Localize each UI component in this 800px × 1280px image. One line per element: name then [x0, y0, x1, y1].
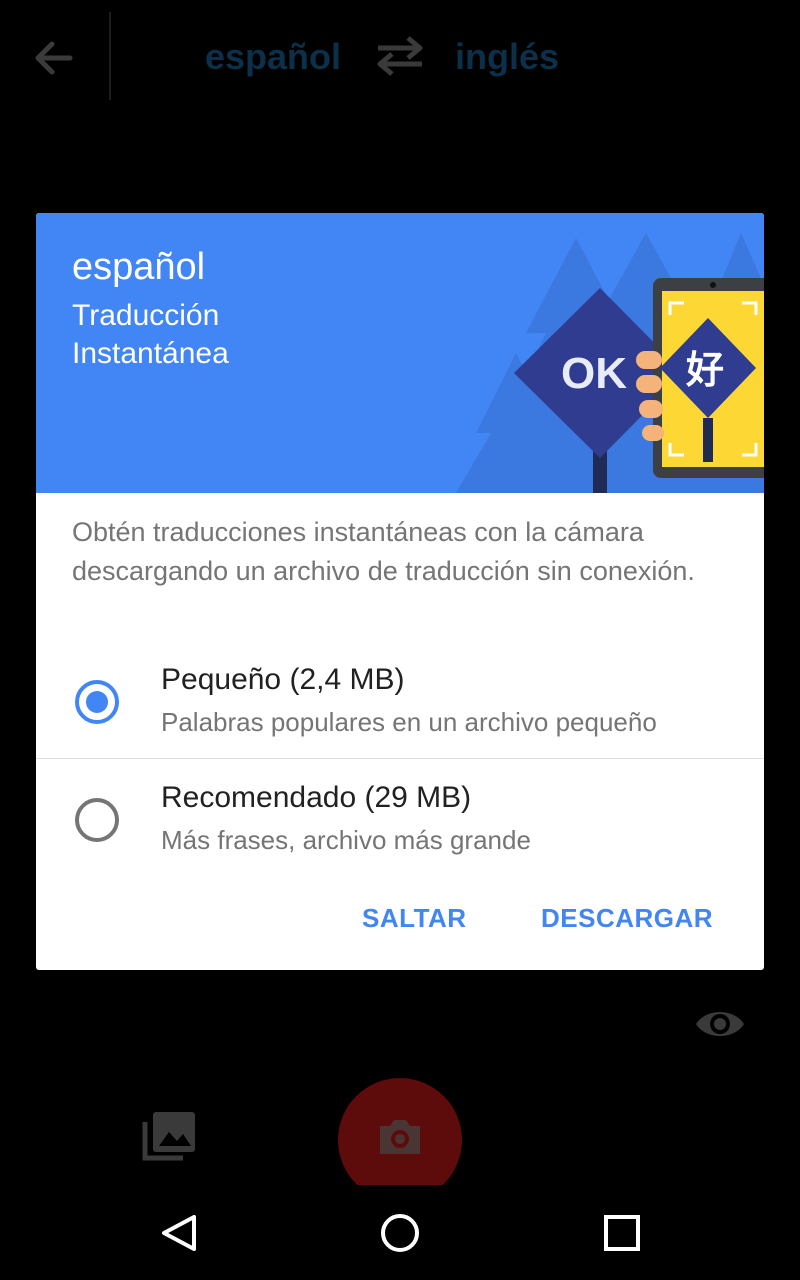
option-recommended-title: Recomendado (29 MB)	[161, 781, 472, 814]
option-divider	[36, 758, 764, 759]
camera-icon	[380, 1120, 420, 1154]
nav-home-circle-icon[interactable]	[378, 1211, 422, 1255]
phone-translated-text: 好	[685, 348, 724, 392]
back-button[interactable]	[28, 32, 80, 84]
sign-ok-text: OK	[561, 349, 627, 398]
swap-languages-button[interactable]	[370, 34, 430, 78]
option-recommended-subtitle: Más frases, archivo más grande	[161, 825, 531, 855]
option-small[interactable]: Pequeño (2,4 MB) Palabras populares en u…	[36, 653, 764, 763]
instant-translation-dialog: OK 好 español Traducción Instantánea Obté…	[36, 213, 764, 970]
nav-recent-square-icon[interactable]	[603, 1214, 641, 1252]
skip-button[interactable]: SALTAR	[362, 903, 467, 934]
nav-back-triangle-icon[interactable]	[158, 1213, 200, 1253]
radio-selected-icon[interactable]	[74, 679, 120, 725]
dialog-banner: OK 好 español Traducción Instantánea	[36, 213, 764, 493]
banner-language: español	[72, 246, 206, 288]
option-recommended[interactable]: Recomendado (29 MB) Más frases, archivo …	[36, 771, 764, 881]
radio-unselected-icon[interactable]	[74, 797, 120, 843]
option-small-subtitle: Palabras populares en un archivo pequeño	[161, 707, 657, 737]
target-language-button[interactable]: inglés	[455, 36, 559, 78]
source-language-button[interactable]: español	[205, 36, 341, 78]
dialog-description: Obtén traducciones instantáneas con la c…	[72, 517, 695, 586]
option-small-title: Pequeño (2,4 MB)	[161, 663, 405, 696]
camera-shutter-button[interactable]	[338, 1078, 462, 1202]
swap-arrows-icon	[377, 36, 423, 76]
top-bar: español inglés	[0, 0, 800, 110]
gallery-icon[interactable]	[141, 1110, 197, 1162]
eye-icon[interactable]	[694, 1004, 746, 1044]
download-button[interactable]: DESCARGAR	[541, 903, 713, 934]
banner-subtitle: Traducción Instantánea	[72, 299, 229, 370]
arrow-left-icon	[35, 41, 73, 75]
system-nav-bar	[0, 1185, 800, 1280]
toolbar-divider	[109, 12, 111, 100]
